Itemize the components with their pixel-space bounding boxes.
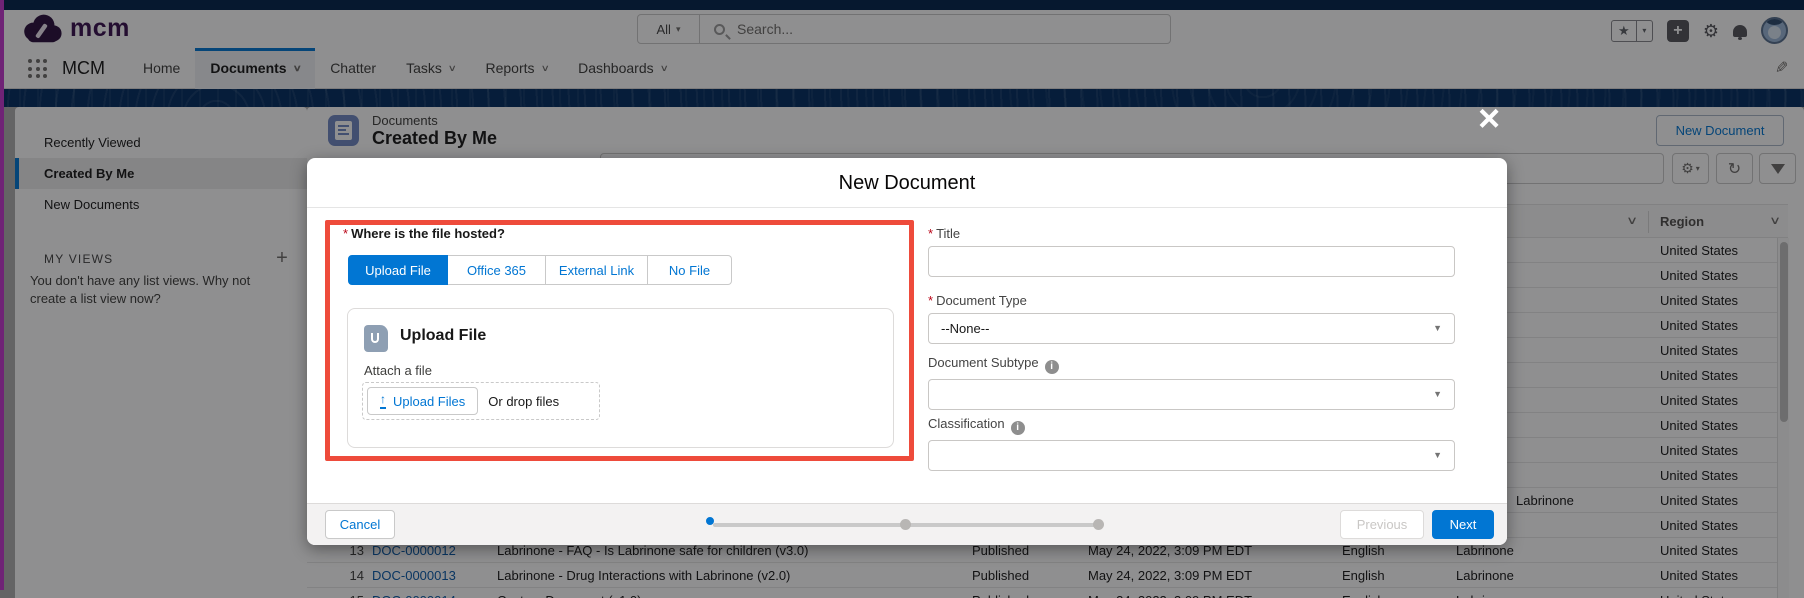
required-asterisk: * xyxy=(928,226,933,241)
attachment-file-icon xyxy=(364,325,388,352)
cancel-button[interactable]: Cancel xyxy=(325,510,395,539)
previous-button[interactable]: Previous xyxy=(1340,510,1424,539)
modal-title: New Document xyxy=(307,172,1507,195)
app-screen: mcm All ▾ Search... ★ ▾ + ⚙ MCM HomeDocu… xyxy=(0,0,1804,598)
upload-files-label: Upload Files xyxy=(393,394,465,409)
required-asterisk: * xyxy=(928,293,933,308)
modal-footer: Cancel Previous Next xyxy=(307,503,1507,545)
info-icon[interactable]: i xyxy=(1045,360,1059,374)
hosted-option-group: Upload FileOffice 365External LinkNo Fil… xyxy=(348,255,732,285)
upload-icon: ↑ xyxy=(380,393,386,408)
upload-card-title: Upload File xyxy=(400,327,486,345)
hosted-question-label: *Where is the file hosted? xyxy=(343,226,505,241)
document-type-value: --None-- xyxy=(941,321,989,336)
info-icon[interactable]: i xyxy=(1011,421,1025,435)
progress-step-1-active xyxy=(706,517,714,525)
modal-header-divider xyxy=(307,207,1507,208)
select-arrow-icon: ▼ xyxy=(1433,441,1442,470)
hosted-option-upload-file[interactable]: Upload File xyxy=(348,255,448,285)
hosted-option-external-link[interactable]: External Link xyxy=(546,255,648,285)
hosted-option-no-file[interactable]: No File xyxy=(648,255,732,285)
upload-files-button[interactable]: ↑ Upload Files xyxy=(367,387,478,415)
upload-file-card: Upload File Attach a file ↑ Upload Files… xyxy=(347,308,894,448)
required-asterisk: * xyxy=(343,226,348,241)
select-arrow-icon: ▼ xyxy=(1433,380,1442,409)
document-subtype-select[interactable]: ▼ xyxy=(928,379,1455,410)
next-button[interactable]: Next xyxy=(1432,510,1494,539)
paperclip-icon xyxy=(371,333,379,343)
select-arrow-icon: ▼ xyxy=(1433,314,1442,343)
classification-label: Classificationi xyxy=(928,416,1455,435)
new-document-modal: New Document *Where is the file hosted? … xyxy=(307,158,1507,545)
drop-files-label: Or drop files xyxy=(488,394,559,409)
document-type-select[interactable]: --None-- ▼ xyxy=(928,313,1455,344)
file-dropzone[interactable]: ↑ Upload Files Or drop files xyxy=(362,382,600,420)
close-icon[interactable]: × xyxy=(1478,100,1500,138)
attach-file-label: Attach a file xyxy=(364,363,432,378)
title-field-label: *Title xyxy=(928,226,1455,241)
classification-select[interactable]: ▼ xyxy=(928,440,1455,471)
progress-step-2 xyxy=(900,519,911,530)
document-subtype-label: Document Subtypei xyxy=(928,355,1455,374)
document-type-label: *Document Type xyxy=(928,293,1455,308)
title-input[interactable] xyxy=(928,246,1455,277)
progress-step-3 xyxy=(1093,519,1104,530)
hosted-option-office-365[interactable]: Office 365 xyxy=(448,255,546,285)
